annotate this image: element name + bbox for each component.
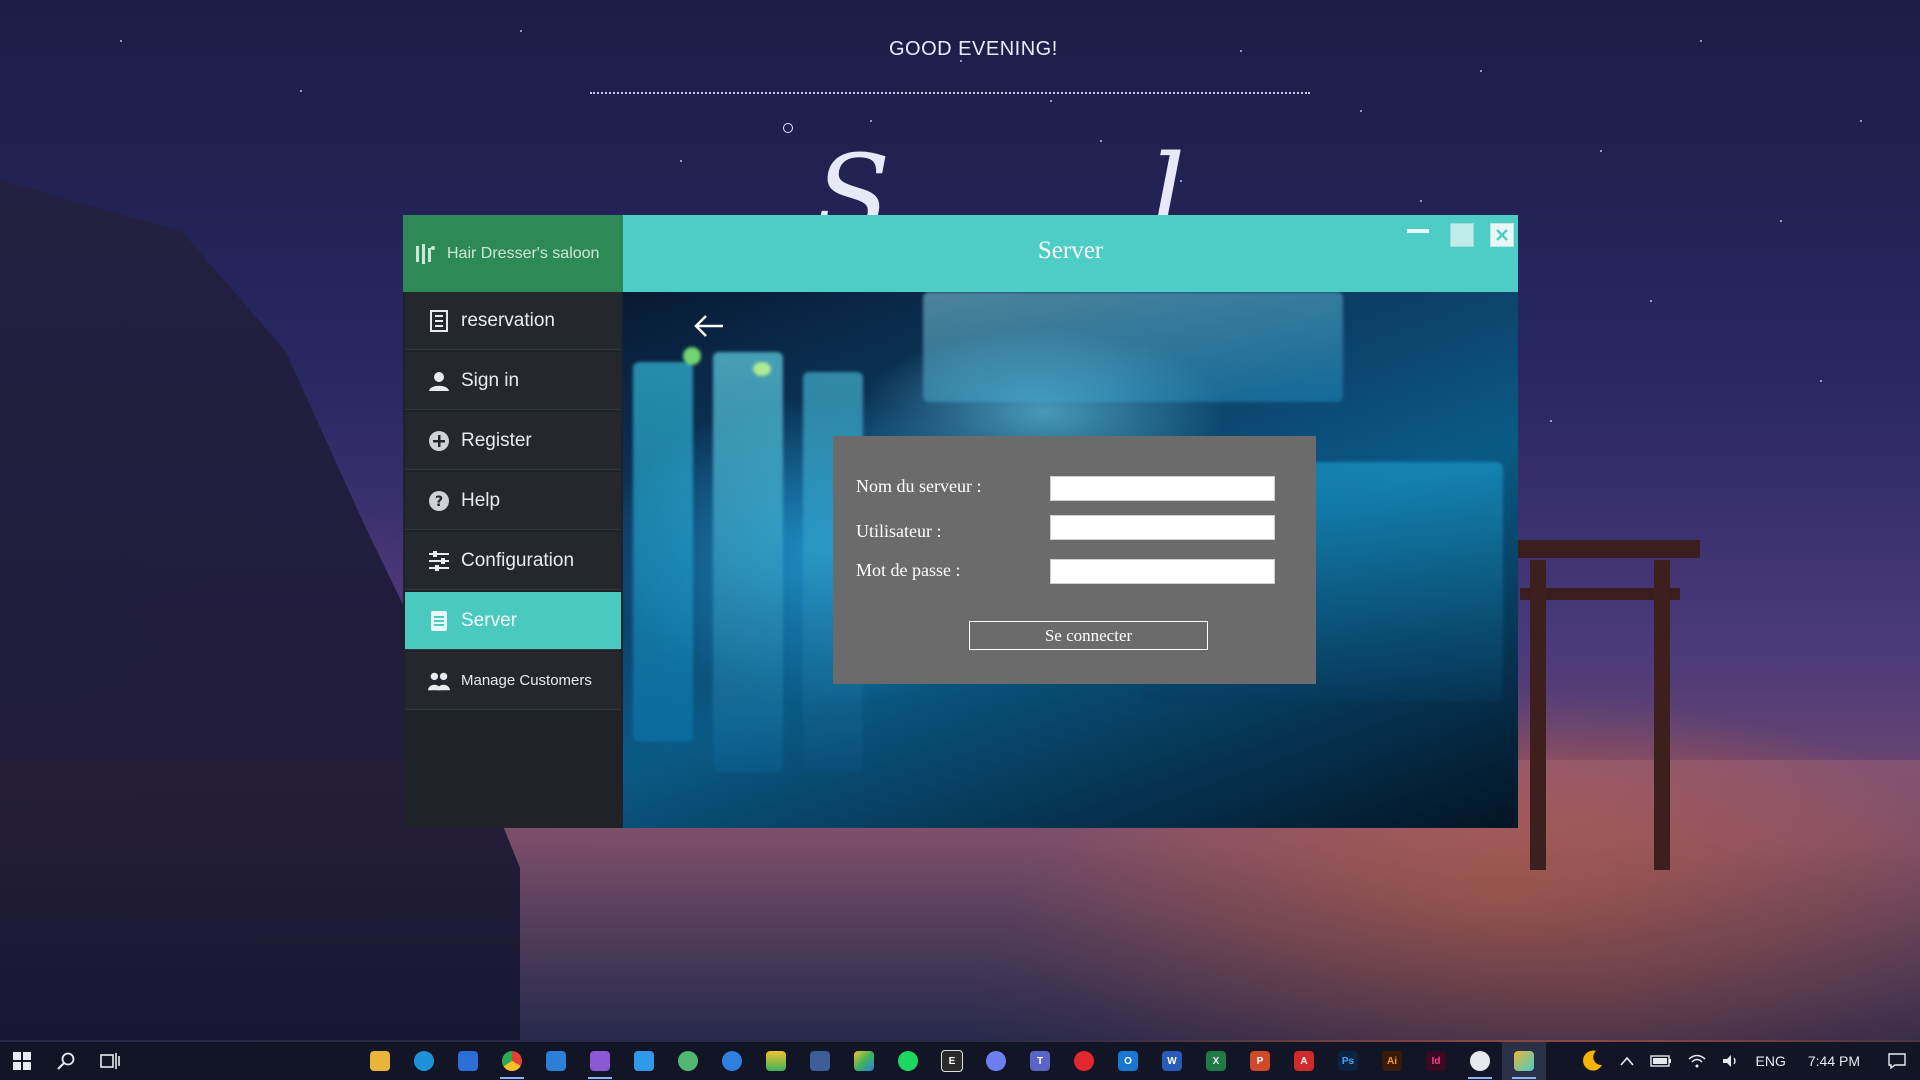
close-button[interactable]	[1490, 223, 1514, 247]
sidebar-item-label: Sign in	[461, 369, 520, 391]
word-icon[interactable]: W	[1150, 1042, 1194, 1080]
brand-header: Hair Dresser's saloon	[403, 215, 623, 292]
status-light	[753, 362, 771, 376]
status-light	[683, 347, 701, 365]
sidebar-item-manage-customers[interactable]: Manage Customers	[405, 652, 621, 710]
edge-icon[interactable]	[402, 1042, 446, 1080]
acrobat-icon[interactable]: A	[1282, 1042, 1326, 1080]
server-name-label: Nom du serveur :	[856, 476, 982, 496]
sidebar-item-label: reservation	[461, 309, 555, 331]
photoshop-icon[interactable]: Ps	[1326, 1042, 1370, 1080]
minimize-button[interactable]	[1450, 223, 1474, 247]
task-view-icon	[100, 1053, 120, 1069]
app-blue-icon[interactable]	[710, 1042, 754, 1080]
app-green-icon[interactable]	[666, 1042, 710, 1080]
server-rack-image	[633, 362, 693, 742]
brand-name: Hair Dresser's saloon	[447, 244, 600, 262]
outlook-icon[interactable]: O	[1106, 1042, 1150, 1080]
wifi-icon[interactable]	[1680, 1042, 1714, 1080]
server-rack-image	[713, 352, 783, 772]
help-icon: ?	[427, 489, 451, 513]
epic-icon[interactable]: E	[930, 1042, 974, 1080]
clock[interactable]: 7:44 PM	[1794, 1042, 1874, 1080]
taskbar: E T O W X P A Ps Ai Id ENG 7:44 PM	[0, 1042, 1920, 1080]
vscode-icon[interactable]	[622, 1042, 666, 1080]
file-explorer-icon[interactable]	[358, 1042, 402, 1080]
list-icon	[427, 309, 451, 333]
sidebar-item-label: Register	[461, 429, 532, 451]
cables-image	[923, 292, 1343, 402]
user-icon	[427, 369, 451, 393]
system-tray: ENG 7:44 PM	[1572, 1042, 1920, 1080]
app-colorful-icon[interactable]	[842, 1042, 886, 1080]
store-icon[interactable]	[446, 1042, 490, 1080]
search-button[interactable]	[44, 1042, 88, 1080]
close-icon	[1496, 229, 1508, 241]
powerpoint-icon[interactable]: P	[1238, 1042, 1282, 1080]
torii-gate	[1500, 540, 1700, 870]
plus-circle-icon	[427, 429, 451, 453]
taskbar-apps: E T O W X P A Ps Ai Id	[358, 1042, 1546, 1080]
app-window: Hair Dresser's saloon reservation Sign i…	[403, 215, 1518, 828]
steam-icon[interactable]	[1458, 1042, 1502, 1080]
salon-logo-icon	[413, 242, 437, 266]
app-puzzle-icon[interactable]	[798, 1042, 842, 1080]
start-button[interactable]	[0, 1042, 44, 1080]
svg-text:?: ?	[435, 494, 443, 510]
volume-icon[interactable]	[1714, 1042, 1748, 1080]
password-input[interactable]	[1050, 559, 1275, 584]
greeting-text: GOOD EVENING!	[889, 38, 1058, 60]
layers-icon[interactable]	[754, 1042, 798, 1080]
window-titlebar: Server	[623, 215, 1518, 292]
visual-studio-icon[interactable]	[578, 1042, 622, 1080]
sidebar-item-label: Server	[461, 609, 517, 631]
chevron-up-icon[interactable]	[1612, 1042, 1642, 1080]
spotify-icon[interactable]	[886, 1042, 930, 1080]
username-label: Utilisateur :	[856, 521, 942, 541]
chrome-icon[interactable]	[490, 1042, 534, 1080]
notifications-icon[interactable]	[1874, 1042, 1920, 1080]
sidebar: Hair Dresser's saloon reservation Sign i…	[403, 215, 623, 828]
sidebar-item-label: Configuration	[461, 549, 575, 571]
hairdresser-app-icon[interactable]	[1502, 1042, 1546, 1080]
server-name-input[interactable]	[1050, 476, 1275, 501]
username-input[interactable]	[1050, 515, 1275, 540]
decorative-divider	[590, 92, 1310, 94]
sidebar-item-register[interactable]: Register	[405, 412, 621, 470]
back-arrow-icon[interactable]	[693, 310, 725, 344]
search-icon	[57, 1052, 75, 1070]
indesign-icon[interactable]: Id	[1414, 1042, 1458, 1080]
sidebar-item-label: Manage Customers	[461, 672, 592, 689]
sidebar-item-reservation[interactable]: reservation	[405, 292, 621, 350]
night-light-icon[interactable]	[1572, 1042, 1612, 1080]
window-title: Server	[1037, 237, 1104, 264]
discord-icon[interactable]	[974, 1042, 1018, 1080]
opera-icon[interactable]	[1062, 1042, 1106, 1080]
illustrator-icon[interactable]: Ai	[1370, 1042, 1414, 1080]
excel-icon[interactable]: X	[1194, 1042, 1238, 1080]
language-indicator[interactable]: ENG	[1748, 1042, 1794, 1080]
battery-icon[interactable]	[1642, 1042, 1680, 1080]
users-icon	[427, 669, 451, 693]
sliders-icon	[427, 549, 451, 573]
task-view-button[interactable]	[88, 1042, 132, 1080]
server-icon	[427, 609, 451, 633]
connection-form: Nom du serveur : Utilisateur : Mot de pa…	[833, 436, 1316, 684]
teams-icon[interactable]: T	[1018, 1042, 1062, 1080]
menu-dash-icon[interactable]	[1407, 229, 1429, 233]
password-label: Mot de passe :	[856, 560, 961, 580]
sidebar-item-label: Help	[461, 489, 501, 511]
sidebar-item-configuration[interactable]: Configuration	[405, 532, 621, 590]
windows-icon	[13, 1052, 31, 1070]
sidebar-item-help[interactable]: ? Help	[405, 472, 621, 530]
sidebar-item-server[interactable]: Server	[405, 592, 621, 650]
mail-icon[interactable]	[534, 1042, 578, 1080]
decorative-circle	[783, 123, 793, 133]
connect-button[interactable]: Se connecter	[969, 621, 1208, 650]
sidebar-item-sign-in[interactable]: Sign in	[405, 352, 621, 410]
server-panel-background: Nom du serveur : Utilisateur : Mot de pa…	[623, 292, 1518, 828]
